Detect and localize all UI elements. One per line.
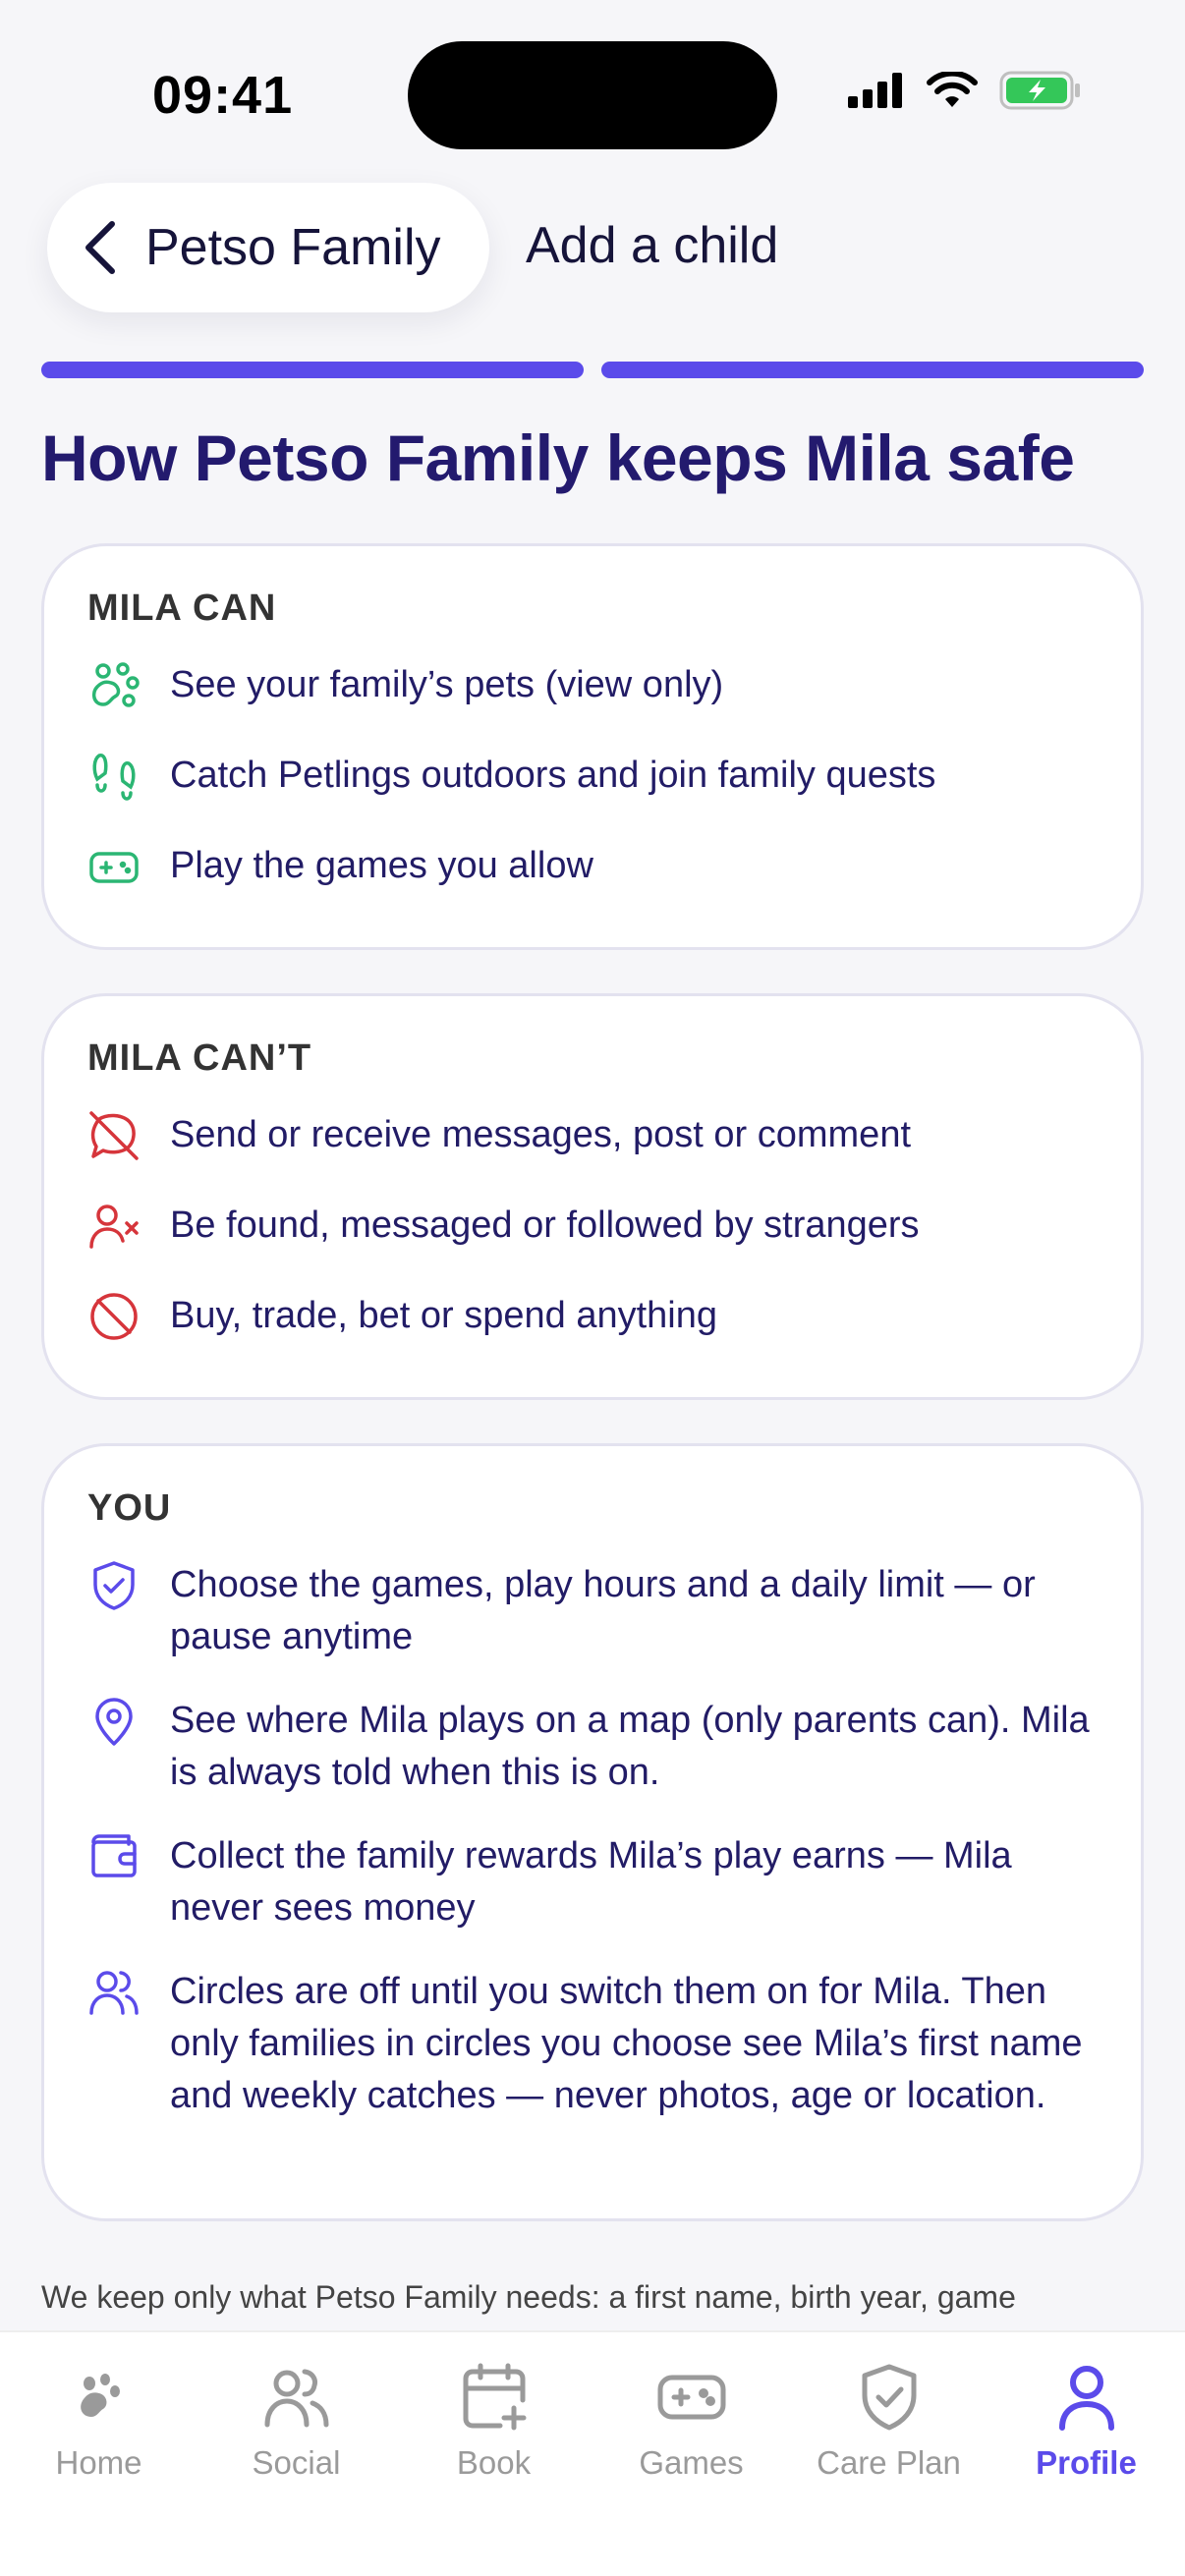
you-card-title: YOU <box>87 1487 172 1529</box>
status-time: 09:41 <box>152 66 294 125</box>
list-item-text: Collect the family rewards Mila’s play e… <box>170 1835 1012 1929</box>
shield-check-icon <box>852 2360 927 2435</box>
ban-icon <box>87 1290 141 1343</box>
list-item: See your family’s pets (view only) <box>87 659 1100 712</box>
back-button[interactable]: Petso Family <box>47 183 489 312</box>
tab-social[interactable]: Social <box>198 2360 395 2576</box>
tab-label: Profile <box>1036 2444 1137 2481</box>
list-item: Send or receive messages, post or commen… <box>87 1109 1100 1162</box>
add-child-safety-screen: 09:41 Petso Family Add a child How Petso… <box>0 0 1185 2576</box>
list-item-text: See where Mila plays on a map (only pare… <box>170 1700 1090 1793</box>
back-button-label: Petso Family <box>145 219 441 276</box>
progress-indicator <box>41 362 1144 378</box>
cant-card: MILA CAN’T Send or receive messages, pos… <box>41 993 1144 1400</box>
tab-profile[interactable]: Profile <box>988 2360 1185 2576</box>
tab-label: Games <box>639 2444 744 2481</box>
tab-book[interactable]: Book <box>395 2360 592 2576</box>
dynamic-island <box>408 41 777 149</box>
calendar-plus-icon <box>457 2360 532 2435</box>
gamepad-icon <box>654 2360 729 2435</box>
list-item: Buy, trade, bet or spend anything <box>87 1290 1100 1343</box>
tab-bar: Home Social Book Games Care Plan Profile <box>0 2330 1185 2576</box>
users-icon <box>259 2360 334 2435</box>
wallet-icon <box>87 1830 141 1883</box>
list-item: Choose the games, play hours and a daily… <box>87 1559 1100 1663</box>
list-item: Circles are off until you switch them on… <box>87 1966 1100 2122</box>
paw-icon <box>87 659 141 712</box>
list-item-text: Choose the games, play hours and a daily… <box>170 1564 1036 1657</box>
list-item-text: Send or receive messages, post or commen… <box>170 1114 912 1155</box>
user-x-icon <box>87 1200 141 1253</box>
cant-card-title: MILA CAN’T <box>87 1037 312 1079</box>
list-item-text: Circles are off until you switch them on… <box>170 1971 1083 2116</box>
paw-icon <box>62 2360 137 2435</box>
list-item: Be found, messaged or followed by strang… <box>87 1200 1100 1253</box>
tab-games[interactable]: Games <box>592 2360 790 2576</box>
shield-check-icon <box>87 1559 141 1612</box>
list-item-text: Play the games you allow <box>170 845 593 886</box>
gamepad-icon <box>87 840 141 893</box>
tab-label: Social <box>252 2444 341 2481</box>
list-item-text: Catch Petlings outdoors and join family … <box>170 755 936 796</box>
data-policy-text: We keep only what Petso Family needs: a … <box>41 2279 1016 2315</box>
wifi-icon <box>927 72 978 107</box>
tab-label: Care Plan <box>817 2444 961 2481</box>
header-title: Add a child <box>526 217 779 274</box>
list-item: See where Mila plays on a map (only pare… <box>87 1695 1100 1799</box>
page-title: How Petso Family keeps Mila safe <box>41 421 1075 494</box>
tab-care-plan[interactable]: Care Plan <box>790 2360 988 2576</box>
can-card: MILA CAN See your family’s pets (view on… <box>41 543 1144 950</box>
list-item-text: Be found, messaged or followed by strang… <box>170 1204 920 1246</box>
you-card: YOU Choose the games, play hours and a d… <box>41 1443 1144 2221</box>
users-icon <box>87 1966 141 2019</box>
map-pin-icon <box>87 1695 141 1748</box>
list-item: Play the games you allow <box>87 840 1100 893</box>
message-off-icon <box>87 1109 141 1162</box>
status-bar: 09:41 <box>0 0 1185 187</box>
tab-label: Home <box>55 2444 142 2481</box>
user-icon <box>1049 2360 1124 2435</box>
progress-step-1 <box>41 362 584 378</box>
signal-icon <box>848 73 902 108</box>
tab-home[interactable]: Home <box>0 2360 198 2576</box>
list-item-text: Buy, trade, bet or spend anything <box>170 1295 717 1336</box>
list-item: Catch Petlings outdoors and join family … <box>87 750 1100 803</box>
status-icons <box>848 71 1082 110</box>
list-item-text: See your family’s pets (view only) <box>170 664 724 705</box>
chevron-left-icon <box>85 221 115 274</box>
list-item: Collect the family rewards Mila’s play e… <box>87 1830 1100 1934</box>
battery-icon <box>999 71 1080 110</box>
can-card-title: MILA CAN <box>87 588 277 629</box>
progress-step-2 <box>601 362 1144 378</box>
footprints-icon <box>87 750 141 803</box>
tab-label: Book <box>456 2444 532 2481</box>
